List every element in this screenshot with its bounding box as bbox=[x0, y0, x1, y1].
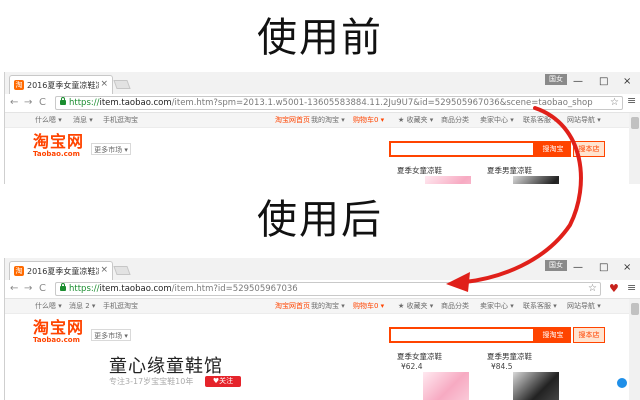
arrow-shaft bbox=[463, 106, 583, 284]
annotation-arrow bbox=[446, 106, 583, 292]
arrow-head bbox=[446, 272, 470, 292]
